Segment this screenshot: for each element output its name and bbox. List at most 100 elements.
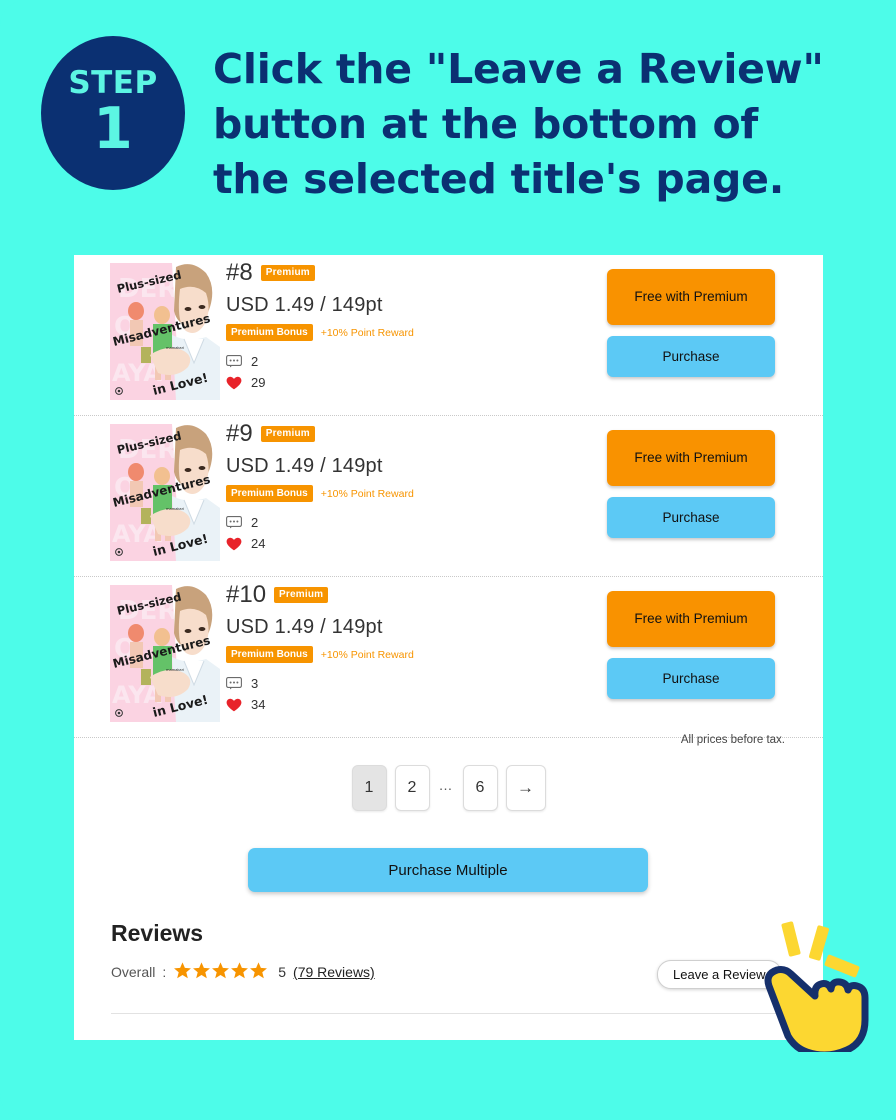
like-stat: 34 — [226, 694, 414, 715]
headline-line-2: button at the bottom of — [213, 100, 759, 148]
comment-count: 2 — [251, 515, 259, 530]
product-number-line: #9 Premium — [226, 420, 414, 448]
bonus-line: Premium Bonus +10% Point Reward — [226, 646, 414, 663]
comment-stat: 3 — [226, 673, 414, 694]
free-with-premium-button[interactable]: Free with Premium — [607, 269, 775, 325]
premium-badge: Premium — [260, 265, 315, 281]
premium-bonus-badge: Premium Bonus — [226, 485, 313, 502]
product-actions: Free with Premium Purchase — [607, 430, 775, 538]
book-cover-thumbnail[interactable]: DERO O AYA Plus-sized Misadventures in L… — [110, 585, 220, 722]
free-with-premium-button[interactable]: Free with Premium — [607, 430, 775, 486]
like-stat: 24 — [226, 533, 414, 554]
product-stats: 2 24 — [226, 512, 414, 554]
pagination-page-1[interactable]: 1 — [351, 765, 387, 811]
pagination-page-1-label: 1 — [364, 779, 374, 796]
product-row: DERO O AYA Plus-sized Misadventures in L… — [74, 255, 823, 415]
like-count: 24 — [251, 536, 266, 551]
purchase-button[interactable]: Purchase — [607, 497, 775, 538]
headline-line-1: Click the "Leave a Review" — [213, 45, 824, 93]
purchase-label: Purchase — [662, 670, 720, 686]
product-stats: 2 29 — [226, 351, 414, 393]
like-count: 29 — [251, 375, 266, 390]
purchase-button[interactable]: Purchase — [607, 658, 775, 699]
heart-icon — [226, 376, 242, 390]
heart-icon — [226, 698, 242, 712]
bonus-line: Premium Bonus +10% Point Reward — [226, 324, 414, 341]
product-price: USD 1.49 / 149pt — [226, 616, 383, 638]
leave-a-review-label: Leave a Review — [673, 967, 766, 982]
pagination-page-2[interactable]: 2 — [394, 765, 430, 811]
free-with-premium-button[interactable]: Free with Premium — [607, 591, 775, 647]
comment-icon — [226, 516, 242, 529]
headline-line-3: the selected title's page. — [213, 155, 785, 203]
step-card-panel: STEP 1 Click the "Leave a Review" button… — [0, 0, 896, 1120]
star-icon — [211, 961, 230, 983]
tax-note: All prices before tax. — [680, 734, 785, 746]
heart-icon — [226, 537, 242, 551]
screenshot-card: DERO O AYA Plus-sized Misadventures in L… — [74, 255, 823, 1040]
product-info: #10 Premium USD 1.49 / 149pt Premium Bon… — [226, 581, 414, 715]
premium-bonus-badge: Premium Bonus — [226, 324, 313, 341]
product-row: DERO O AYA Plus-sized Misadventures in L… — [74, 415, 823, 576]
point-reward-text: +10% Point Reward — [320, 326, 414, 339]
arrow-right-icon: → — [517, 778, 534, 797]
header: STEP 1 Click the "Leave a Review" button… — [0, 0, 896, 228]
product-price: USD 1.49 / 149pt — [226, 294, 383, 316]
like-count: 34 — [251, 697, 266, 712]
overall-label: Overall : — [111, 964, 167, 980]
product-info: #9 Premium USD 1.49 / 149pt Premium Bonu… — [226, 420, 414, 554]
product-stats: 3 34 — [226, 673, 414, 715]
pagination-next-button[interactable]: → — [505, 765, 546, 811]
svg-text:mamakari: mamakari — [166, 346, 184, 350]
product-actions: Free with Premium Purchase — [607, 591, 775, 699]
comment-icon — [226, 355, 242, 368]
star-rating — [173, 961, 268, 983]
product-actions: Free with Premium Purchase — [607, 269, 775, 377]
overall-rating: Overall : 5 (79 Reviews) — [111, 961, 375, 983]
product-info: #8 Premium USD 1.49 / 149pt Premium Bonu… — [226, 259, 414, 393]
reviews-count-link[interactable]: (79 Reviews) — [293, 964, 375, 980]
rating-score: 5 — [278, 964, 287, 980]
purchase-multiple-label: Purchase Multiple — [388, 861, 508, 879]
step-badge-number: 1 — [93, 96, 133, 162]
pagination-last-page[interactable]: 6 — [462, 765, 498, 811]
comment-stat: 2 — [226, 351, 414, 372]
star-icon — [230, 961, 249, 983]
reviews-heading: Reviews — [111, 920, 204, 946]
comment-count: 2 — [251, 354, 259, 369]
svg-text:mamakari: mamakari — [166, 507, 184, 511]
purchase-button[interactable]: Purchase — [607, 336, 775, 377]
premium-badge: Premium — [274, 587, 329, 603]
like-stat: 29 — [226, 372, 414, 393]
product-number-line: #8 Premium — [226, 259, 414, 287]
book-cover-thumbnail[interactable]: DERO O AYA Plus-sized Misadventures in L… — [110, 263, 220, 400]
bonus-line: Premium Bonus +10% Point Reward — [226, 485, 414, 502]
comment-stat: 2 — [226, 512, 414, 533]
star-icon — [173, 961, 192, 983]
step-badge-word: STEP — [68, 65, 158, 101]
free-with-premium-label: Free with Premium — [634, 450, 748, 465]
free-with-premium-label: Free with Premium — [634, 289, 748, 304]
product-price: USD 1.49 / 149pt — [226, 455, 383, 477]
comment-icon — [226, 677, 242, 690]
pagination-page-2-label: 2 — [407, 779, 417, 796]
product-number: #9 — [226, 420, 253, 447]
product-number-line: #10 Premium — [226, 581, 414, 609]
product-number: #8 — [226, 259, 253, 286]
pagination: 1 2 … 6 → — [74, 765, 823, 811]
point-reward-text: +10% Point Reward — [320, 648, 414, 661]
purchase-label: Purchase — [662, 509, 720, 525]
book-cover-thumbnail[interactable]: DERO O AYA Plus-sized Misadventures in L… — [110, 424, 220, 561]
purchase-multiple-button[interactable]: Purchase Multiple — [248, 848, 648, 892]
comment-count: 3 — [251, 676, 259, 691]
svg-text:mamakari: mamakari — [166, 668, 184, 672]
divider — [111, 1013, 823, 1014]
premium-badge: Premium — [260, 426, 315, 442]
purchase-label: Purchase — [662, 348, 720, 364]
pagination-last-page-label: 6 — [475, 779, 485, 796]
product-number: #10 — [226, 581, 267, 608]
step-badge: STEP 1 — [41, 36, 185, 190]
premium-bonus-badge: Premium Bonus — [226, 646, 313, 663]
star-icon — [192, 961, 211, 983]
leave-a-review-button[interactable]: Leave a Review — [657, 960, 782, 989]
